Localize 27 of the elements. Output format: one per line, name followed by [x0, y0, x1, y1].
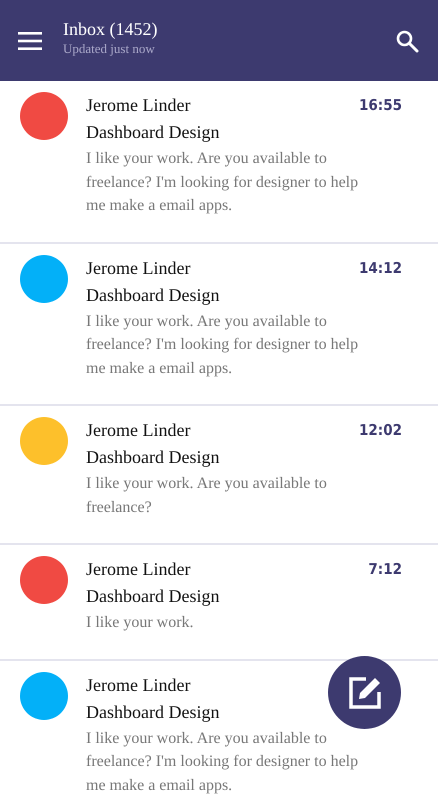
- message-subject: Dashboard Design: [86, 121, 220, 144]
- message-row[interactable]: Jerome Linder Dashboard Design I like your work. Are you available to freelance? 12:02: [0, 406, 438, 545]
- search-icon[interactable]: [395, 28, 419, 52]
- sender-name: Jerome Linder: [86, 558, 190, 581]
- sender-name: Jerome Linder: [86, 94, 190, 117]
- message-preview: I like your work.: [86, 613, 195, 633]
- message-row[interactable]: Jerome Linder Dashboard Design I like your work. Are you available to freelance? I'm looking for designer to help me make a email apps. 16:55: [0, 81, 438, 244]
- message-preview: I like your work. Are you available to freelance?: [86, 474, 328, 518]
- message-subject: Dashboard Design: [86, 585, 220, 608]
- message-subject: Dashboard Design: [86, 446, 220, 469]
- sender-name: Jerome Linder: [86, 256, 190, 280]
- message-preview: I like your work. Are you available to freelance? I'm looking for designer to help me make a email apps.: [86, 149, 360, 216]
- message-subject: Dashboard Design: [86, 700, 220, 724]
- message-subject: Dashboard Design: [86, 284, 220, 307]
- message-time: 16:55: [359, 96, 402, 114]
- message-preview: I like your work. Are you available to freelance? I'm looking for designer to help me make a email apps.: [86, 728, 360, 796]
- message-row[interactable]: Jerome Linder Dashboard Design I like your work. 7:12: [0, 545, 438, 660]
- message-time: 7:12: [368, 560, 402, 578]
- updated-status: Updated just now: [63, 40, 156, 56]
- message-preview: I like your work. Are you available to freelance? I'm looking for designer to help me make a email apps.: [86, 312, 360, 378]
- message-row[interactable]: Jerome Linder Dashboard Design I like your work. Are you available to freelance? I'm looking for designer to help me make a email apps. 14:12: [0, 244, 438, 406]
- message-time: 14:12: [359, 258, 402, 276]
- message-time: 12:02: [359, 421, 402, 439]
- inbox-title: Inbox (1452): [63, 18, 158, 40]
- sender-name: Jerome Linder: [86, 674, 190, 696]
- menu-icon[interactable]: [18, 32, 42, 50]
- sender-name: Jerome Linder: [86, 419, 190, 442]
